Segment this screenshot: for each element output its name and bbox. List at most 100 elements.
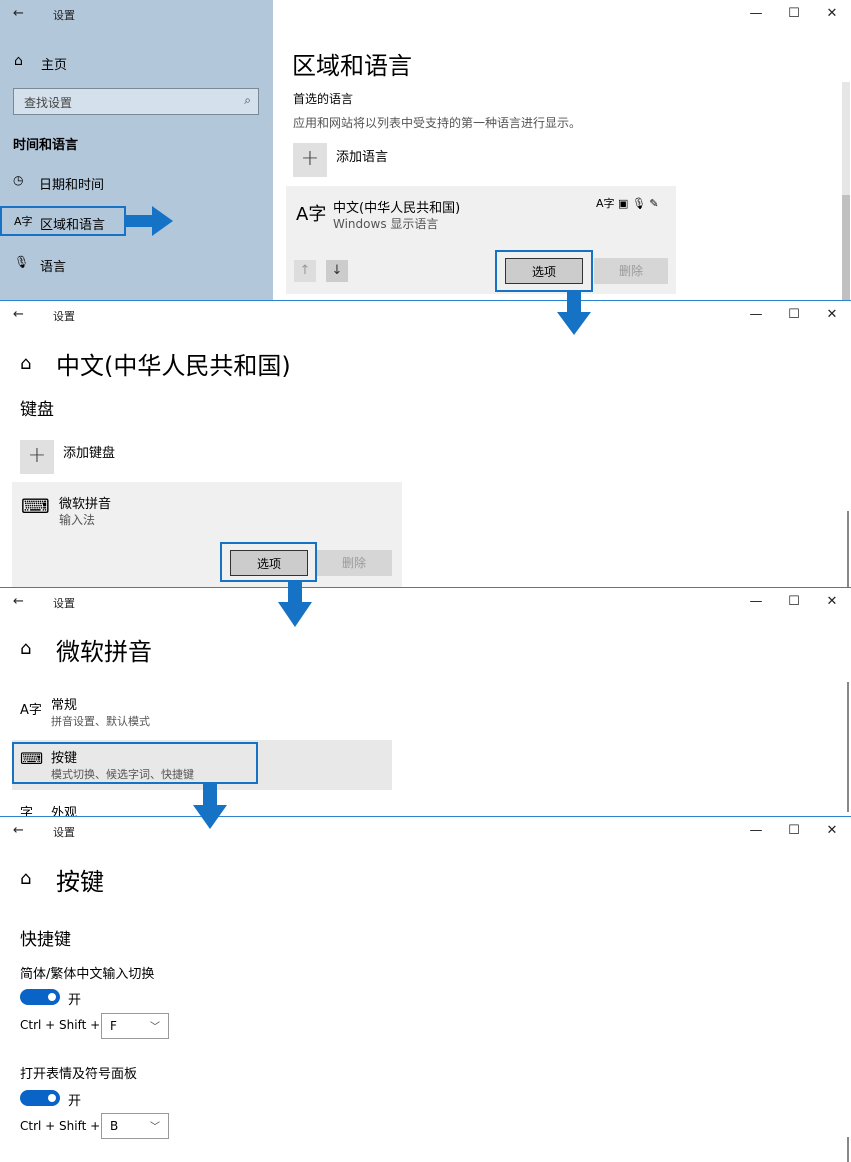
arrow-down-icon bbox=[278, 580, 312, 627]
chevron-down-icon: ﹀ bbox=[150, 1022, 160, 1033]
add-language-button[interactable]: + bbox=[293, 143, 327, 177]
setting2-label: 打开表情及符号面板 bbox=[20, 1067, 138, 1082]
chevron-down-icon: ﹀ bbox=[150, 1122, 160, 1133]
options-button[interactable]: 选项 bbox=[230, 550, 308, 576]
close-icon[interactable]: ✕ bbox=[813, 594, 851, 609]
setting2-combo: Ctrl + Shift + bbox=[20, 1119, 101, 1133]
general-subtitle: 拼音设置、默认模式 bbox=[51, 715, 150, 728]
setting1-toggle[interactable] bbox=[20, 989, 60, 1005]
back-icon[interactable]: ← bbox=[13, 594, 24, 609]
sidebar-home-label: 主页 bbox=[41, 58, 68, 73]
close-icon[interactable]: ✕ bbox=[813, 823, 851, 838]
setting2-key-dropdown[interactable]: B ﹀ bbox=[101, 1113, 169, 1139]
ime-item[interactable]: ⌨ 微软拼音 输入法 删除 bbox=[12, 482, 402, 587]
ime-name: 微软拼音 bbox=[59, 497, 112, 512]
panel-microsoft-pinyin: ← 设置 — ☐ ✕ ⌂ 微软拼音 A字 常规 拼音设置、默认模式 ⌨ 按键 模… bbox=[0, 588, 851, 816]
back-icon[interactable]: ← bbox=[13, 6, 24, 21]
sidebar-item-speech[interactable]: 🎙 语言 bbox=[13, 254, 253, 276]
setting1-key-dropdown[interactable]: F ﹀ bbox=[101, 1013, 169, 1039]
language-name: 中文(中华人民共和国) bbox=[333, 201, 461, 216]
sidebar-region-label: 区域和语言 bbox=[40, 218, 106, 233]
sidebar-item-datetime[interactable]: ◷ 日期和时间 bbox=[13, 172, 253, 194]
window-controls: — ☐ ✕ bbox=[737, 6, 851, 21]
setting1-state: 开 bbox=[68, 993, 82, 1008]
home-icon: ⌂ bbox=[14, 53, 23, 69]
setting1-key: F bbox=[110, 1019, 117, 1033]
remove-button[interactable]: 删除 bbox=[594, 258, 668, 284]
minimize-icon[interactable]: — bbox=[737, 307, 775, 322]
setting1-label: 简体/繁体中文输入切换 bbox=[20, 967, 155, 982]
language-item[interactable]: A字 中文(中华人民共和国) Windows 显示语言 A字 ▣ 🎙 ✎ ↑ ↓… bbox=[286, 186, 676, 294]
page-title: 区域和语言 bbox=[292, 52, 412, 80]
scrollbar-thumb[interactable] bbox=[842, 195, 850, 300]
maximize-icon[interactable]: ☐ bbox=[775, 823, 813, 838]
maximize-icon[interactable]: ☐ bbox=[775, 6, 813, 21]
window-controls: — ☐ ✕ bbox=[737, 307, 851, 322]
minimize-icon[interactable]: — bbox=[737, 594, 775, 609]
language-icon: A字 bbox=[20, 703, 42, 718]
panel-chinese-language: ← 设置 — ☐ ✕ ⌂ 中文(中华人民共和国) 键盘 + 添加键盘 ⌨ 微软拼… bbox=[0, 301, 851, 587]
keyboard-heading: 键盘 bbox=[20, 400, 54, 420]
language-icon: A字 bbox=[296, 204, 327, 225]
window-controls: — ☐ ✕ bbox=[737, 823, 851, 838]
scrollbar[interactable] bbox=[847, 1137, 849, 1162]
language-subtitle: Windows 显示语言 bbox=[333, 217, 439, 231]
ime-subtitle: 输入法 bbox=[59, 513, 96, 527]
home-icon[interactable]: ⌂ bbox=[20, 638, 31, 659]
options-button[interactable]: 选项 bbox=[505, 258, 583, 284]
shortcuts-heading: 快捷键 bbox=[20, 930, 71, 950]
add-keyboard-label[interactable]: 添加键盘 bbox=[63, 442, 115, 461]
appearance-icon: 字 bbox=[20, 806, 34, 816]
list-item-general[interactable]: A字 常规 拼音设置、默认模式 bbox=[12, 691, 392, 731]
panel-region-language: ← 设置 ⌂ 主页 查找设置 ⌕ 时间和语言 ◷ 日期和时间 A字 区域和语言 … bbox=[0, 0, 851, 300]
minimize-icon[interactable]: — bbox=[737, 6, 775, 21]
setting2-toggle[interactable] bbox=[20, 1090, 60, 1106]
window-caption: 设置 bbox=[53, 826, 75, 839]
move-up-button[interactable]: ↑ bbox=[294, 260, 316, 282]
arrow-down-icon bbox=[193, 784, 227, 829]
add-keyboard-button[interactable]: + bbox=[20, 440, 54, 474]
preferred-desc: 应用和网站将以列表中受支持的第一种语言进行显示。 bbox=[293, 116, 582, 130]
maximize-icon[interactable]: ☐ bbox=[775, 307, 813, 322]
microphone-icon: 🎙 bbox=[14, 255, 30, 269]
page-title: 按键 bbox=[56, 868, 104, 896]
sidebar-item-home[interactable]: ⌂ 主页 bbox=[14, 52, 254, 74]
page-title: 中文(中华人民共和国) bbox=[56, 352, 291, 380]
setting2-key: B bbox=[110, 1119, 119, 1133]
setting1-combo: Ctrl + Shift + bbox=[20, 1018, 101, 1032]
back-icon[interactable]: ← bbox=[13, 823, 24, 838]
window-caption: 设置 bbox=[53, 9, 75, 22]
search-placeholder: 查找设置 bbox=[24, 96, 73, 110]
setting2-state: 开 bbox=[68, 1094, 82, 1109]
close-icon[interactable]: ✕ bbox=[813, 307, 851, 322]
preferred-heading: 首选的语言 bbox=[293, 92, 354, 106]
remove-button[interactable]: 删除 bbox=[316, 550, 392, 576]
sidebar-section-title: 时间和语言 bbox=[13, 138, 79, 153]
page-title: 微软拼音 bbox=[56, 638, 152, 666]
language-icon: A字 bbox=[14, 215, 33, 228]
window-caption: 设置 bbox=[53, 310, 75, 323]
close-icon[interactable]: ✕ bbox=[813, 6, 851, 21]
sidebar-item-region[interactable]: A字 区域和语言 bbox=[0, 206, 126, 236]
home-icon[interactable]: ⌂ bbox=[20, 868, 31, 889]
appearance-label: 外观 bbox=[51, 806, 78, 816]
scrollbar[interactable] bbox=[847, 682, 849, 812]
panel-keys: ← 设置 — ☐ ✕ ⌂ 按键 快捷键 简体/繁体中文输入切换 开 Ctrl +… bbox=[0, 817, 851, 1162]
search-icon: ⌕ bbox=[244, 93, 251, 107]
keyboard-icon: ⌨ bbox=[21, 494, 50, 518]
keys-highlight bbox=[12, 742, 258, 784]
add-language-label[interactable]: 添加语言 bbox=[336, 146, 388, 165]
back-icon[interactable]: ← bbox=[13, 307, 24, 322]
minimize-icon[interactable]: — bbox=[737, 823, 775, 838]
move-down-button[interactable]: ↓ bbox=[326, 260, 348, 282]
window-caption: 设置 bbox=[53, 597, 75, 610]
scrollbar[interactable] bbox=[847, 511, 849, 587]
general-label: 常规 bbox=[51, 698, 78, 713]
search-input[interactable]: 查找设置 ⌕ bbox=[13, 88, 259, 115]
maximize-icon[interactable]: ☐ bbox=[775, 594, 813, 609]
sidebar-speech-label: 语言 bbox=[40, 260, 67, 275]
calendar-clock-icon: ◷ bbox=[13, 173, 24, 187]
home-icon[interactable]: ⌂ bbox=[20, 353, 31, 374]
language-features-icon: A字 ▣ 🎙 ✎ bbox=[596, 197, 659, 210]
arrow-right-icon bbox=[126, 206, 173, 236]
